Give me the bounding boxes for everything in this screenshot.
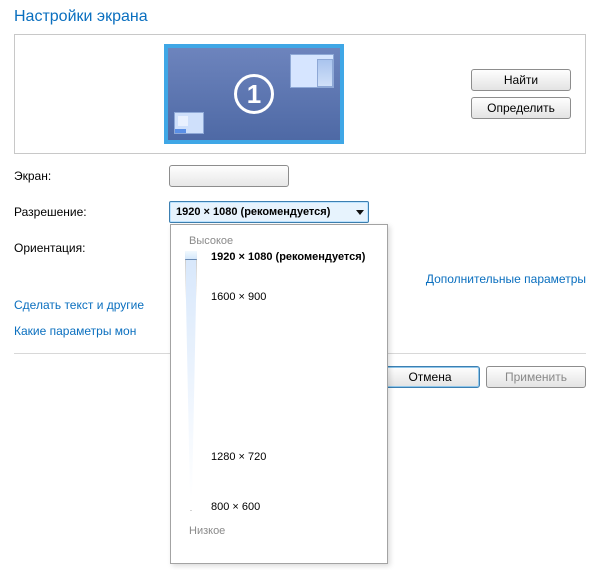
slider-high-label: Высокое <box>189 235 379 247</box>
resolution-slider[interactable] <box>185 251 197 511</box>
monitor-preview[interactable]: 1 <box>164 44 344 144</box>
monitor-params-link[interactable]: Какие параметры мон <box>14 318 136 344</box>
apply-button[interactable]: Применить <box>486 366 586 388</box>
screen-select[interactable] <box>169 165 289 187</box>
advanced-settings-link[interactable]: Дополнительные параметры <box>426 272 586 286</box>
slider-low-label: Низкое <box>189 525 379 537</box>
display-arrangement-icon <box>290 54 334 88</box>
cancel-button[interactable]: Отмена <box>380 366 480 388</box>
find-button[interactable]: Найти <box>471 69 571 91</box>
slider-thumb[interactable] <box>181 249 203 260</box>
orientation-label: Ориентация: <box>14 241 169 255</box>
page-title: Настройки экрана <box>0 0 600 30</box>
screen-label: Экран: <box>14 169 169 183</box>
resolution-option[interactable]: 1600 × 900 <box>211 291 266 303</box>
resolution-options-list: 1920 × 1080 (рекомендуется) 1600 × 900 128… <box>211 251 379 511</box>
resolution-flyout: Высокое 1920 × 1080 (рекомендуется) 1600 … <box>170 224 388 564</box>
resolution-select-value: 1920 × 1080 (рекомендуется) <box>176 206 330 218</box>
resolution-option[interactable]: 1280 × 720 <box>211 451 266 463</box>
monitor-number-badge: 1 <box>234 74 274 114</box>
chevron-down-icon <box>356 210 364 215</box>
text-scale-link[interactable]: Сделать текст и другие <box>14 292 144 318</box>
resolution-select[interactable]: 1920 × 1080 (рекомендуется) <box>169 201 369 223</box>
desktop-thumbnail-icon <box>174 112 204 134</box>
resolution-option[interactable]: 1920 × 1080 (рекомендуется) <box>211 251 365 263</box>
resolution-label: Разрешение: <box>14 205 169 219</box>
identify-button[interactable]: Определить <box>471 97 571 119</box>
resolution-option[interactable]: 800 × 600 <box>211 501 260 513</box>
display-preview-panel: 1 Найти Определить <box>14 34 586 154</box>
